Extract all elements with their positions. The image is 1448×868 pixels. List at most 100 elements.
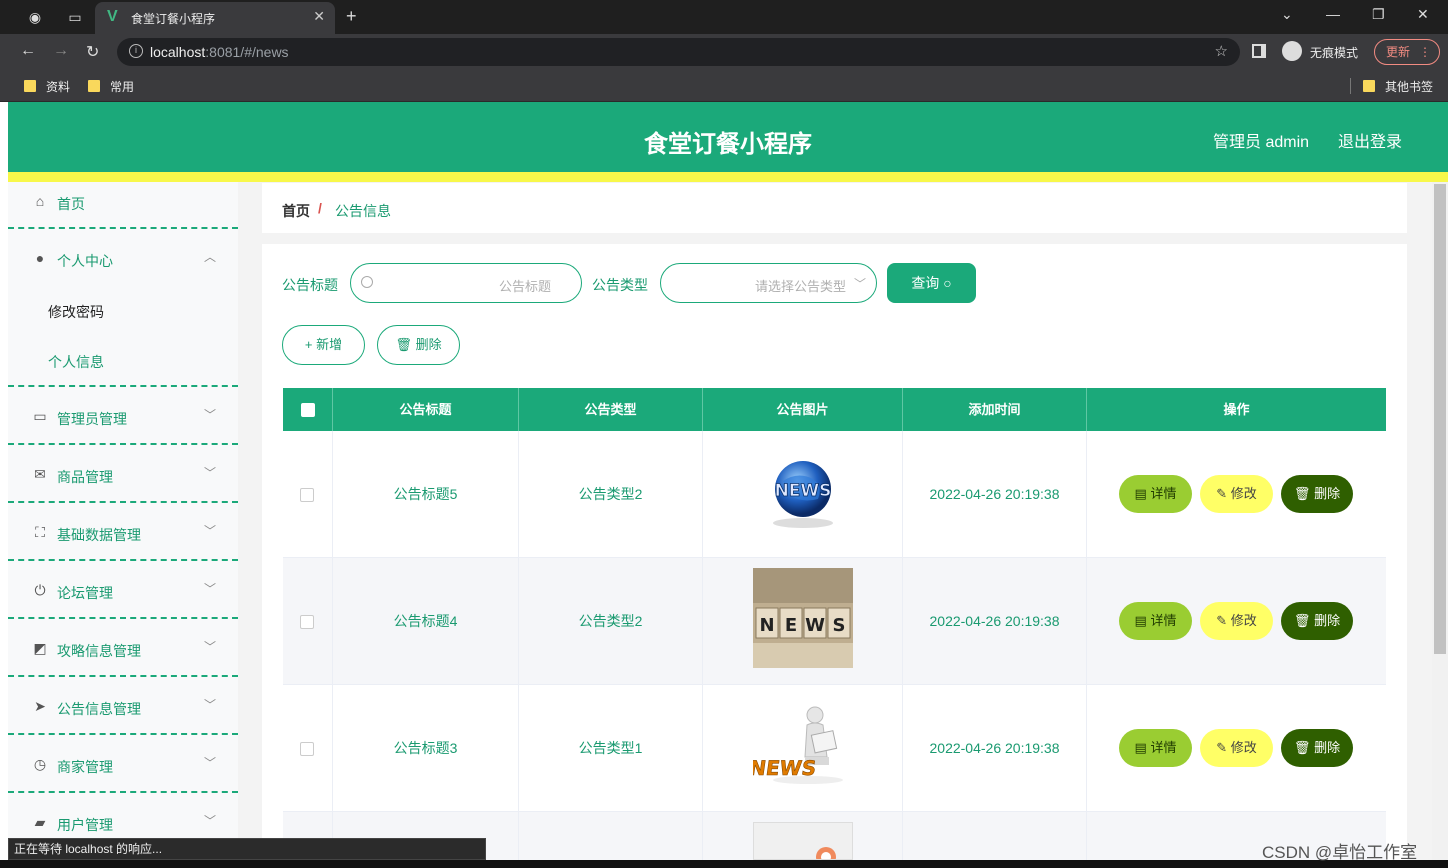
power-icon: ⏻ <box>34 582 46 598</box>
sidebar-sub-personal-info[interactable]: 个人信息 <box>48 352 104 372</box>
news-blocks-image: N E W S <box>753 568 853 668</box>
minimize-icon[interactable]: — <box>1326 6 1340 22</box>
sidebar-item-goods-management[interactable]: ✉ 商品管理 ﹀ <box>8 455 238 493</box>
sidebar-item-strategy-management[interactable]: ◩ 攻略信息管理 ﹀ <box>8 629 238 667</box>
side-panel-icon[interactable] <box>1252 44 1266 58</box>
update-button[interactable]: 更新 ⋮ <box>1374 39 1440 65</box>
new-tab-icon[interactable]: + <box>346 6 357 27</box>
cell-type <box>519 812 703 860</box>
current-user: 管理员 admin <box>1213 134 1310 151</box>
sidebar-item-basic-data-management[interactable]: ⛶ 基础数据管理 ﹀ <box>8 513 238 551</box>
edit-button[interactable]: ✎ 修改 <box>1200 475 1273 513</box>
sidebar-item-merchant-management[interactable]: ◷ 商家管理 ﹀ <box>8 745 238 783</box>
globe-icon[interactable]: ◉ <box>26 8 44 26</box>
bookmark-separator <box>1350 78 1351 94</box>
row-checkbox[interactable] <box>300 488 314 502</box>
browser-tab-title: 食堂订餐小程序 <box>131 12 216 26</box>
restore-icon[interactable]: ❐ <box>1372 6 1385 23</box>
address-bar[interactable]: i localhost:8081/#/news ☆ <box>117 38 1240 66</box>
wallet-icon: ▰ <box>34 814 46 830</box>
table-row: 公告标题5 公告类型2 NEWS 2022-04-26 20:19:38 ▤ 详… <box>283 431 1386 558</box>
breadcrumb-separator: / <box>318 200 322 216</box>
chevron-down-icon: ﹀ <box>853 277 866 291</box>
search-icon <box>361 276 373 288</box>
chevron-up-icon: ︿ <box>204 250 217 264</box>
url-text[interactable]: localhost:8081/#/news <box>150 44 289 60</box>
chevron-down-icon: ﹀ <box>204 640 217 654</box>
sidebar-item-label: 用户管理 <box>57 817 113 833</box>
cell-time: 2022-04-26 20:19:38 <box>903 558 1087 685</box>
window-icon[interactable]: ▭ <box>66 8 84 26</box>
type-select[interactable]: 请选择公告类型 ﹀ <box>660 263 877 303</box>
page-scrollbar[interactable] <box>1432 182 1448 868</box>
row-checkbox[interactable] <box>300 742 314 756</box>
delete-button[interactable]: 🗑 删除 <box>1281 602 1353 640</box>
back-icon[interactable]: ← <box>20 42 36 60</box>
close-tab-icon[interactable]: ✕ <box>313 8 325 25</box>
trash-icon: 🗑 <box>395 337 412 352</box>
bookmark-item[interactable]: 常用 <box>88 78 134 95</box>
title-search-input[interactable]: 公告标题 <box>350 263 582 303</box>
table-header: 公告标题 公告类型 公告图片 添加时间 操作 <box>283 388 1386 431</box>
detail-button[interactable]: ▤ 详情 <box>1119 602 1192 640</box>
detail-button[interactable]: ▤ 详情 <box>1119 729 1192 767</box>
document-icon: ▤ <box>1134 613 1147 628</box>
detail-button[interactable]: ▤ 详情 <box>1119 475 1192 513</box>
info-icon[interactable]: i <box>129 44 143 58</box>
browser-tab-active[interactable]: V 食堂订餐小程序 ✕ <box>95 2 335 34</box>
delete-button-label: 删除 <box>415 337 442 352</box>
logout-link[interactable]: 退出登录 <box>1338 128 1402 152</box>
sidebar-divider <box>8 791 238 793</box>
sidebar-item-notice-management[interactable]: ➤ 公告信息管理 ﹀ <box>8 687 238 725</box>
tab-search-icon[interactable]: ⌄ <box>1281 6 1293 23</box>
cell-title: 公告标题3 <box>333 685 519 812</box>
batch-delete-button[interactable]: 🗑 删除 <box>377 325 460 365</box>
edit-button[interactable]: ✎ 修改 <box>1200 729 1273 767</box>
news-reader-image: NEWS <box>753 695 853 795</box>
cell-type: 公告类型2 <box>519 431 703 558</box>
type-select-placeholder: 请选择公告类型 <box>754 279 846 294</box>
bookmark-star-icon[interactable]: ☆ <box>1215 42 1228 60</box>
title-input-placeholder: 公告标题 <box>498 279 551 294</box>
sidebar-item-label: 基础数据管理 <box>57 527 141 543</box>
plus-icon: + <box>304 337 313 352</box>
sidebar: ⌂ 首页 ● 个人中心 ︿ 修改密码 个人信息 ▭ 管理员管理 ﹀ ✉ 商品管理… <box>8 182 238 868</box>
breadcrumb-home[interactable]: 首页 <box>282 201 310 221</box>
sidebar-sub-change-password[interactable]: 修改密码 <box>48 302 104 322</box>
close-window-icon[interactable]: ✕ <box>1417 6 1429 23</box>
menu-dots-icon: ⋮ <box>1419 45 1431 59</box>
chevron-down-icon: ﹀ <box>204 814 217 828</box>
add-button[interactable]: + 新增 <box>282 325 365 365</box>
query-button[interactable]: 查询 ○ <box>887 263 976 303</box>
chevron-down-icon: ﹀ <box>204 698 217 712</box>
sidebar-item-user-management[interactable]: ▰ 用户管理 ﹀ <box>8 803 238 841</box>
query-button-label: 查询 <box>911 275 940 291</box>
watermark: CSDN @卓怡工作室 <box>1262 843 1418 862</box>
browser-status-bar: 正在等待 localhost 的响应... <box>8 838 486 860</box>
edit-button[interactable]: ✎ 修改 <box>1200 602 1273 640</box>
breadcrumb: 首页 / 公告信息 <box>262 183 1407 233</box>
bookmark-item[interactable]: 资料 <box>24 78 70 95</box>
sidebar-item-home[interactable]: ⌂ 首页 <box>8 182 238 220</box>
svg-text:S: S <box>833 615 846 636</box>
sidebar-item-personal-center[interactable]: ● 个人中心 ︿ <box>8 239 238 277</box>
svg-text:N: N <box>759 615 774 636</box>
sidebar-item-forum-management[interactable]: ⏻ 论坛管理 ﹀ <box>8 571 238 609</box>
scrollbar-thumb[interactable] <box>1434 184 1446 654</box>
trash-icon: 🗑 <box>1293 613 1311 628</box>
select-all-checkbox[interactable] <box>301 403 315 417</box>
reload-icon[interactable]: ↻ <box>86 42 99 62</box>
frame-icon: ⛶ <box>35 524 45 540</box>
row-checkbox[interactable] <box>300 615 314 629</box>
sidebar-item-admin-management[interactable]: ▭ 管理员管理 ﹀ <box>8 397 238 435</box>
forward-icon[interactable]: → <box>53 42 69 60</box>
sidebar-divider <box>8 675 238 677</box>
trash-icon: 🗑 <box>1293 740 1311 755</box>
table-row: 公告标题3 公告类型1 NEWS 2022-04-26 20:19:38 ▤ 详… <box>283 685 1386 812</box>
delete-button[interactable]: 🗑 删除 <box>1281 475 1353 513</box>
chevron-down-icon: ﹀ <box>204 408 217 422</box>
other-bookmarks[interactable]: 其他书签 <box>1363 78 1433 95</box>
type-filter-label: 公告类型 <box>592 277 648 293</box>
delete-button[interactable]: 🗑 删除 <box>1281 729 1353 767</box>
breadcrumb-current: 公告信息 <box>335 203 391 219</box>
